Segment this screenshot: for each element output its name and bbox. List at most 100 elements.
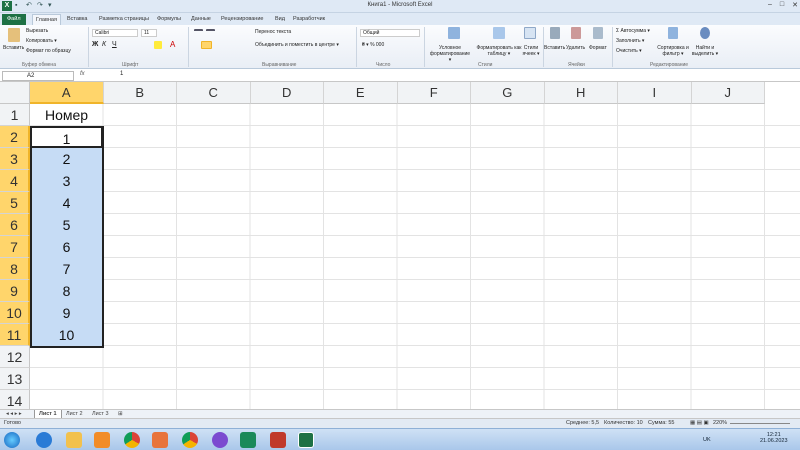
minimize-button[interactable]: – — [768, 1, 772, 9]
tab-developer[interactable]: Разработчик — [290, 14, 328, 25]
tab-file[interactable]: Файл — [2, 14, 26, 25]
clock[interactable]: 12:21 21.06.2023 — [760, 432, 788, 444]
row-header-14[interactable]: 14 — [0, 390, 30, 409]
format-table-button[interactable]: Форматировать как таблицу ▾ — [476, 45, 522, 57]
cell-a4[interactable]: 3 — [30, 170, 103, 192]
cell-styles-button[interactable]: Стили ячеек ▾ — [520, 45, 542, 57]
paste-icon[interactable] — [8, 28, 20, 42]
column-header-f[interactable]: F — [397, 82, 471, 104]
column-header-j[interactable]: J — [691, 82, 765, 104]
zoom-level[interactable]: 220% — [713, 420, 727, 426]
align-center-icon[interactable] — [201, 41, 212, 49]
cell-a10[interactable]: 9 — [30, 302, 103, 324]
row-header-4[interactable]: 4 — [0, 170, 30, 192]
row-header-11[interactable]: 11 — [0, 324, 30, 346]
conditional-format-button[interactable]: Условное форматирование ▾ — [428, 45, 472, 63]
tab-review[interactable]: Рецензирование — [218, 14, 266, 25]
cell-a11[interactable]: 10 — [30, 324, 103, 346]
cell-a7[interactable]: 6 — [30, 236, 103, 258]
autosum-button[interactable]: Σ Автосумма ▾ — [616, 28, 650, 34]
cell-a1[interactable]: Номер — [30, 104, 103, 126]
cell-a6[interactable]: 5 — [30, 214, 103, 236]
paint-icon[interactable] — [152, 432, 168, 448]
cell-a9[interactable]: 8 — [30, 280, 103, 302]
row-header-6[interactable]: 6 — [0, 214, 30, 236]
font-color-icon[interactable]: A — [170, 40, 175, 49]
column-header-i[interactable]: I — [618, 82, 692, 104]
row-header-1[interactable]: 1 — [0, 104, 30, 126]
tab-data[interactable]: Данные — [188, 14, 214, 25]
copy-button[interactable]: Копировать ▾ — [26, 38, 57, 44]
row-header-8[interactable]: 8 — [0, 258, 30, 280]
row-header-12[interactable]: 12 — [0, 346, 30, 368]
zoom-slider[interactable] — [730, 423, 790, 424]
chrome-icon-2[interactable] — [182, 432, 198, 448]
close-button[interactable]: ✕ — [792, 1, 798, 9]
cell-a2[interactable]: 1 — [30, 126, 103, 148]
insert-cells-icon[interactable] — [550, 27, 560, 39]
cell-a5[interactable]: 4 — [30, 192, 103, 214]
cell-a8[interactable]: 7 — [30, 258, 103, 280]
underline-icon[interactable]: Ч — [112, 41, 117, 48]
chrome-icon[interactable] — [124, 432, 140, 448]
media-player-icon[interactable] — [94, 432, 110, 448]
paste-button[interactable]: Вставить — [3, 45, 24, 51]
file-explorer-icon[interactable] — [66, 432, 82, 448]
tab-formulas[interactable]: Формулы — [154, 14, 184, 25]
delete-cells-button[interactable]: Удалить — [566, 45, 585, 51]
number-format-select[interactable]: Общий — [360, 29, 420, 37]
find-select-icon[interactable] — [700, 27, 710, 39]
format-painter-button[interactable]: Формат по образцу — [26, 48, 71, 54]
viber-icon[interactable] — [212, 432, 228, 448]
row-header-10[interactable]: 10 — [0, 302, 30, 324]
merge-center-button[interactable]: Объединить и поместить в центре ▾ — [255, 42, 339, 48]
clear-button[interactable]: Очистить ▾ — [616, 48, 642, 54]
format-cells-icon[interactable] — [593, 27, 603, 39]
row-header-9[interactable]: 9 — [0, 280, 30, 302]
cell-styles-icon[interactable] — [524, 27, 536, 39]
format-table-icon[interactable] — [493, 27, 505, 39]
wrap-text-button[interactable]: Перенос текста — [255, 29, 291, 35]
cell-grid[interactable] — [30, 104, 800, 409]
excel-taskbar-icon[interactable] — [298, 432, 314, 448]
italic-icon[interactable]: К — [102, 41, 106, 48]
insert-cells-button[interactable]: Вставить — [544, 45, 565, 51]
sort-filter-button[interactable]: Сортировка и фильтр ▾ — [656, 45, 690, 57]
row-header-3[interactable]: 3 — [0, 148, 30, 170]
name-box[interactable]: A2 — [2, 71, 74, 81]
row-header-7[interactable]: 7 — [0, 236, 30, 258]
bold-icon[interactable]: Ж — [92, 41, 98, 48]
column-header-e[interactable]: E — [324, 82, 398, 104]
tab-insert[interactable]: Вставка — [64, 14, 90, 25]
fx-icon[interactable]: fx — [80, 71, 85, 77]
select-all-corner[interactable] — [0, 82, 30, 104]
font-name-select[interactable]: Calibri — [92, 29, 138, 37]
column-header-c[interactable]: C — [177, 82, 251, 104]
row-header-13[interactable]: 13 — [0, 368, 30, 390]
fill-button[interactable]: Заполнить ▾ — [616, 38, 644, 44]
column-header-d[interactable]: D — [250, 82, 324, 104]
sort-filter-icon[interactable] — [668, 27, 678, 39]
row-header-2[interactable]: 2 — [0, 126, 30, 148]
access-icon[interactable] — [270, 432, 286, 448]
language-indicator[interactable]: UK — [703, 437, 711, 443]
maximize-button[interactable]: □ — [780, 1, 784, 9]
tab-page-layout[interactable]: Разметка страницы — [96, 14, 152, 25]
publisher-icon[interactable] — [240, 432, 256, 448]
tab-view[interactable]: Вид — [272, 14, 288, 25]
cut-button[interactable]: Вырезать — [26, 28, 48, 34]
cell-a3[interactable]: 2 — [30, 148, 103, 170]
internet-explorer-icon[interactable] — [36, 432, 52, 448]
column-header-a[interactable]: A — [30, 82, 104, 104]
format-cells-button[interactable]: Формат — [589, 45, 607, 51]
row-header-5[interactable]: 5 — [0, 192, 30, 214]
view-mode-icons[interactable]: ▦ ▤ ▣ — [690, 420, 709, 426]
delete-cells-icon[interactable] — [571, 27, 581, 39]
find-select-button[interactable]: Найти и выделить ▾ — [690, 45, 720, 57]
conditional-format-icon[interactable] — [448, 27, 460, 39]
font-size-select[interactable]: 11 — [141, 29, 157, 37]
column-header-b[interactable]: B — [103, 82, 177, 104]
column-header-h[interactable]: H — [544, 82, 618, 104]
column-header-g[interactable]: G — [471, 82, 545, 104]
percent-icon[interactable]: ₴ ▾ % 000 — [362, 42, 384, 48]
